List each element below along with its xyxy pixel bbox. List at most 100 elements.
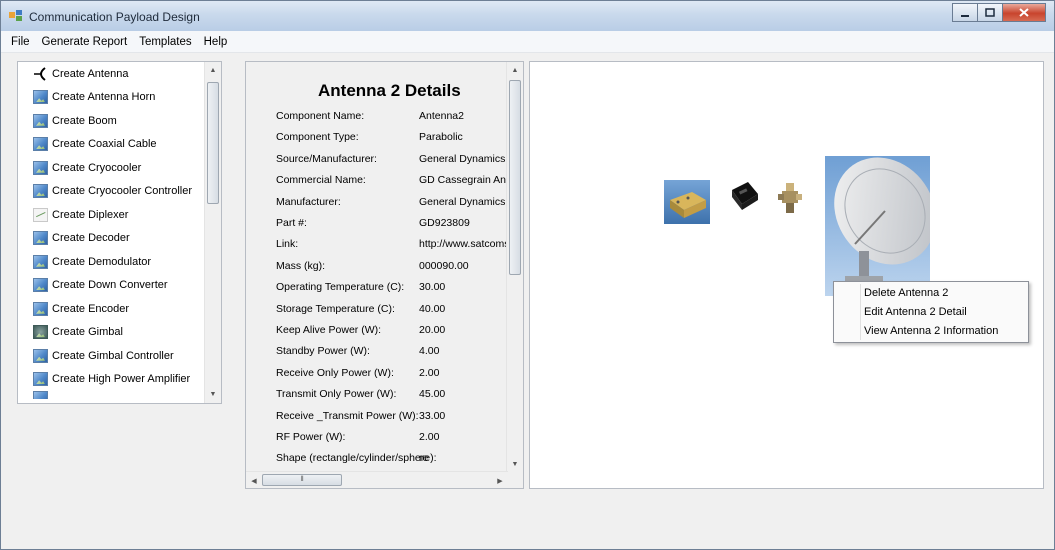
image-icon xyxy=(33,391,48,399)
details-vertical-scrollbar[interactable]: ▲ ▼ xyxy=(506,62,523,473)
menu-bar: File Generate Report Templates Help xyxy=(1,31,1054,53)
detail-label: Link: xyxy=(276,238,299,251)
detail-value: General Dynamics xyxy=(419,195,506,208)
menu-file[interactable]: File xyxy=(5,36,36,48)
maximize-button[interactable] xyxy=(977,3,1003,22)
image-icon xyxy=(33,113,48,128)
context-menu-gutter xyxy=(860,284,861,340)
detail-label: Source/Manufacturer: xyxy=(276,152,377,165)
image-icon xyxy=(33,90,48,105)
gold-box-component-icon[interactable] xyxy=(664,180,710,224)
list-item-label: Create Demodulator xyxy=(52,255,152,268)
detail-label: Commercial Name: xyxy=(276,174,366,187)
component-list-pane: Create Antenna Create Antenna Horn Creat… xyxy=(17,61,222,404)
list-item-label: Create Coaxial Cable xyxy=(52,138,157,151)
scroll-right-icon[interactable]: ▶ xyxy=(492,472,508,488)
detail-label: Shape (rectangle/cylinder/sphere): xyxy=(276,452,437,465)
detail-value: 000090.00 xyxy=(419,259,469,272)
list-item-label: Create Antenna Horn xyxy=(52,91,156,104)
detail-value: GD Cassegrain Anten xyxy=(419,174,514,187)
detail-label: Component Type: xyxy=(276,131,359,144)
detail-label: Standby Power (W): xyxy=(276,345,370,358)
context-view-antenna-information[interactable]: View Antenna 2 Information xyxy=(864,322,998,340)
scroll-up-icon[interactable]: ▲ xyxy=(205,62,221,79)
maximize-icon xyxy=(985,8,995,17)
list-item-create-high-power-amplifier[interactable]: Create High Power Amplifier xyxy=(18,368,204,392)
list-item-label: Create Decoder xyxy=(52,232,130,245)
list-item-label: Create Antenna xyxy=(52,67,129,80)
scrollbar-thumb[interactable]: ⦀ xyxy=(262,474,342,486)
scroll-up-icon[interactable]: ▲ xyxy=(507,62,523,79)
image-icon xyxy=(33,137,48,152)
detail-value: 40.00 xyxy=(419,302,446,315)
detail-value: General Dynamics xyxy=(419,152,506,165)
app-icon xyxy=(9,10,22,21)
close-icon xyxy=(1019,8,1029,17)
list-item-label: Create Cryocooler xyxy=(52,161,142,174)
detail-label: Transmit Only Power (W): xyxy=(276,388,397,401)
list-item-label: Create Diplexer xyxy=(52,208,129,221)
image-icon xyxy=(33,231,48,246)
context-delete-antenna[interactable]: Delete Antenna 2 xyxy=(864,284,948,302)
list-item-label: Create Cryocooler Controller xyxy=(52,185,192,198)
detail-value: 33.00 xyxy=(419,409,446,422)
image-icon xyxy=(33,278,48,293)
image-icon xyxy=(33,372,48,387)
list-item-create-boom[interactable]: Create Boom xyxy=(18,109,204,133)
component-list: Create Antenna Create Antenna Horn Creat… xyxy=(18,62,204,399)
parabolic-dish-antenna-icon[interactable] xyxy=(825,156,930,296)
title-bar[interactable]: Communication Payload Design xyxy=(1,1,1054,31)
detail-value: 2.00 xyxy=(419,366,440,379)
detail-label: Part #: xyxy=(276,217,307,229)
image-icon xyxy=(33,348,48,363)
list-item-label: Create Down Converter xyxy=(52,279,168,292)
list-item-create-encoder[interactable]: Create Encoder xyxy=(18,297,204,321)
list-item-partial[interactable] xyxy=(18,391,204,399)
component-list-scrollbar[interactable]: ▲ ▼ xyxy=(204,62,221,403)
image-icon xyxy=(33,160,48,175)
detail-value: Parabolic xyxy=(419,131,463,144)
detail-value: 45.00 xyxy=(419,388,446,401)
scrollbar-thumb[interactable] xyxy=(509,80,521,275)
list-item-create-cryocooler-controller[interactable]: Create Cryocooler Controller xyxy=(18,180,204,204)
gimbal-icon xyxy=(33,325,48,340)
list-item-create-antenna[interactable]: Create Antenna xyxy=(18,62,204,86)
window-title: Communication Payload Design xyxy=(29,10,200,24)
list-item-create-decoder[interactable]: Create Decoder xyxy=(18,227,204,251)
detail-value: GD923809 xyxy=(419,217,470,229)
detail-label: Receive Only Power (W): xyxy=(276,366,394,379)
scroll-left-icon[interactable]: ◀ xyxy=(246,472,262,488)
menu-templates[interactable]: Templates xyxy=(133,36,197,48)
list-item-create-gimbal[interactable]: Create Gimbal xyxy=(18,321,204,345)
close-button[interactable] xyxy=(1002,3,1046,22)
details-horizontal-scrollbar[interactable]: ◀ ⦀ ▶ xyxy=(246,471,508,488)
black-module-component-icon[interactable] xyxy=(728,180,760,214)
detail-label: Receive _Transmit Power (W): xyxy=(276,409,419,422)
context-menu: Delete Antenna 2 Edit Antenna 2 Detail V… xyxy=(833,281,1029,343)
detail-value: 20.00 xyxy=(419,324,446,336)
context-edit-antenna-detail[interactable]: Edit Antenna 2 Detail xyxy=(864,303,967,321)
list-item-create-cryocooler[interactable]: Create Cryocooler xyxy=(18,156,204,180)
design-canvas[interactable] xyxy=(529,61,1044,489)
list-item-label: Create Encoder xyxy=(52,302,130,315)
details-title: Antenna 2 Details xyxy=(318,81,461,100)
list-item-create-antenna-horn[interactable]: Create Antenna Horn xyxy=(18,86,204,110)
list-item-label: Create Boom xyxy=(52,114,117,127)
scrollbar-thumb[interactable] xyxy=(207,82,219,204)
list-item-create-gimbal-controller[interactable]: Create Gimbal Controller xyxy=(18,344,204,368)
list-item-create-diplexer[interactable]: Create Diplexer xyxy=(18,203,204,227)
connector-component-icon[interactable] xyxy=(776,181,804,217)
list-item-create-coaxial-cable[interactable]: Create Coaxial Cable xyxy=(18,133,204,157)
list-item-create-demodulator[interactable]: Create Demodulator xyxy=(18,250,204,274)
diplexer-icon xyxy=(33,207,48,222)
detail-value: Antenna2 xyxy=(419,110,464,122)
scroll-down-icon[interactable]: ▼ xyxy=(507,456,523,473)
list-item-create-down-converter[interactable]: Create Down Converter xyxy=(18,274,204,298)
scroll-down-icon[interactable]: ▼ xyxy=(205,386,221,403)
menu-help[interactable]: Help xyxy=(198,36,234,48)
menu-generate-report[interactable]: Generate Report xyxy=(36,36,134,48)
detail-label: Mass (kg): xyxy=(276,259,326,272)
minimize-button[interactable] xyxy=(952,3,978,22)
list-item-label: Create Gimbal xyxy=(52,326,123,339)
list-item-label: Create High Power Amplifier xyxy=(52,373,191,386)
